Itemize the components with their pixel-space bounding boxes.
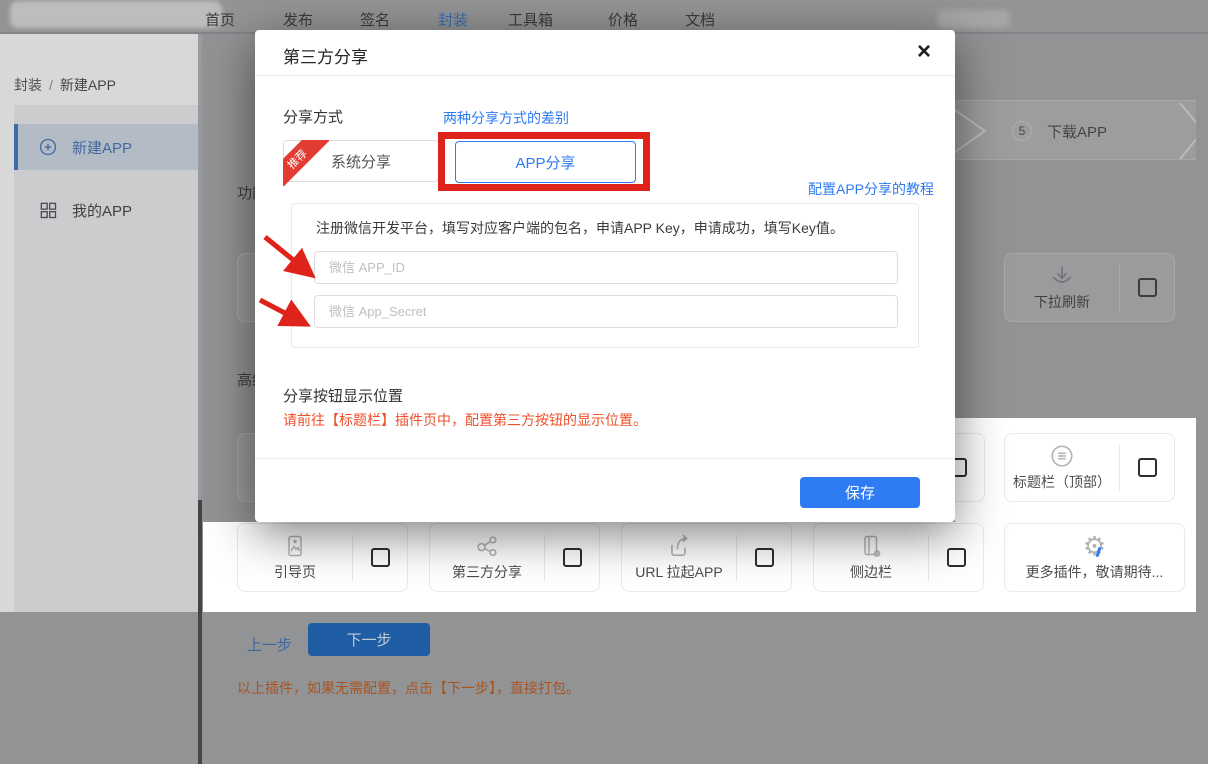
section-label-functional: 功能插件	[237, 182, 255, 203]
plugin-card-url-launch[interactable]: URL 拉起APP	[621, 523, 792, 592]
sidebar-item-label: 我的APP	[72, 200, 132, 221]
plugin-card-pull-refresh[interactable]: 下拉刷新	[1004, 253, 1175, 322]
third-party-share-modal: 第三方分享 × 分享方式 两种分享方式的差别 推荐 系统分享 APP分享 配置A…	[255, 30, 955, 522]
plugin-card-titlebar[interactable]: 标题栏（顶部）	[1004, 433, 1175, 502]
sidebar-plugin-icon	[859, 533, 883, 559]
next-step-button[interactable]: 下一步	[308, 623, 430, 656]
url-launch-icon	[666, 533, 692, 559]
sidebar-item-label: 新建APP	[72, 137, 132, 158]
modal-footer-divider	[255, 458, 955, 459]
left-column: 封装/新建APP 新建APP 我的APP	[0, 34, 199, 612]
plugin-card-guide-page[interactable]: 引导页	[237, 523, 408, 592]
circle-plus-icon	[38, 137, 58, 157]
breadcrumb: 封装/新建APP	[14, 75, 116, 95]
dim-overlay-right: 5 下载APP 下拉刷新	[955, 34, 1208, 418]
sidebar-item-my-apps[interactable]: 我的APP	[14, 187, 199, 233]
modal-header-divider	[255, 75, 955, 76]
sidebar-item-new-app[interactable]: 新建APP	[14, 124, 199, 170]
app-share-tutorial-link[interactable]: 配置APP分享的教程	[808, 179, 934, 199]
share-method-label: 分享方式	[283, 106, 343, 127]
panel-divider-line	[198, 34, 202, 500]
modal-title: 第三方分享	[283, 43, 368, 68]
plugin-card-label: 侧边栏	[850, 562, 892, 582]
plugin-checkbox[interactable]	[955, 458, 967, 477]
titlebar-icon	[1049, 443, 1075, 469]
plugin-card-label: 标题栏（顶部）	[1013, 472, 1111, 492]
spotlight-card-band: 引导页 第三方分享 URL 拉起APP	[203, 522, 1196, 612]
breadcrumb-separator: /	[42, 77, 60, 93]
plugin-card-label: 第三方分享	[452, 562, 522, 582]
dim-overlay-left-strip: 功能插件 高级插件	[199, 34, 255, 522]
plugin-card-third-party-share[interactable]: 第三方分享	[429, 523, 600, 592]
pull-refresh-icon	[1049, 263, 1075, 289]
gear-icon: ⚙	[1083, 533, 1106, 559]
dim-overlay-right-edge	[1196, 34, 1208, 764]
plugin-card-more-coming: ⚙ 更多插件，敬请期待...	[1004, 523, 1185, 592]
nav-item-sign[interactable]: 签名	[360, 9, 390, 30]
previous-step-button[interactable]: 上一步	[247, 634, 292, 655]
grid-icon	[38, 200, 58, 220]
top-nav: 首页 发布 签名 封装 工具箱 价格 文档	[0, 0, 1208, 34]
share-method-diff-link[interactable]: 两种分享方式的差别	[443, 108, 569, 128]
plugin-checkbox[interactable]	[1138, 458, 1157, 477]
nav-item-price[interactable]: 价格	[608, 9, 638, 30]
breadcrumb-new-app: 新建APP	[60, 77, 116, 93]
footer-note: 以上插件，如果无需配置，点击【下一步】，直接打包。	[237, 678, 580, 698]
section-label-advanced: 高级插件	[237, 369, 255, 390]
plugin-card-partial	[237, 253, 255, 322]
plugin-checkbox[interactable]	[1138, 278, 1157, 297]
breadcrumb-package[interactable]: 封装	[14, 77, 42, 93]
step-label: 下载APP	[1047, 121, 1107, 142]
nav-item-toolbox[interactable]: 工具箱	[508, 9, 553, 30]
plugin-checkbox[interactable]	[947, 548, 966, 567]
sidebar: 新建APP 我的APP	[14, 105, 199, 612]
dim-overlay-bottom: 上一步 下一步 以上插件，如果无需配置，点击【下一步】，直接打包。	[0, 612, 1208, 764]
nav-item-docs[interactable]: 文档	[685, 9, 715, 30]
plugin-checkbox[interactable]	[371, 548, 390, 567]
share-icon	[474, 533, 500, 559]
share-button-position-label: 分享按钮显示位置	[283, 385, 403, 406]
panel-divider-line	[198, 500, 202, 764]
nav-item-publish[interactable]: 发布	[283, 9, 313, 30]
wechat-appsecret-input[interactable]	[314, 295, 898, 328]
tab-system-share[interactable]: 推荐 系统分享	[283, 140, 439, 182]
plugin-checkbox[interactable]	[563, 548, 582, 567]
plugin-card-label: 下拉刷新	[1034, 292, 1090, 312]
plugin-card-label: 更多插件，敬请期待...	[1026, 562, 1164, 582]
tab-label: APP分享	[515, 152, 575, 173]
plugin-card-label: 引导页	[274, 562, 316, 582]
nav-item-package[interactable]: 封装	[438, 9, 468, 30]
nav-item-home[interactable]: 首页	[205, 9, 235, 30]
guide-page-icon	[283, 533, 307, 559]
wechat-instruction-text: 注册微信开发平台，填写对应客户端的包名，申请APP Key，申请成功，填写Key…	[316, 218, 844, 238]
user-info-blurred	[938, 10, 1010, 28]
tab-label: 系统分享	[331, 151, 391, 172]
save-button[interactable]: 保存	[800, 477, 920, 508]
step-number-badge: 5	[1012, 121, 1032, 141]
wechat-appid-input[interactable]	[314, 251, 898, 284]
share-button-position-note: 请前往【标题栏】插件页中，配置第三方按钮的显示位置。	[283, 410, 647, 430]
plugin-card-partial[interactable]	[955, 433, 985, 502]
plugin-card-label: URL 拉起APP	[635, 562, 722, 582]
tab-app-share[interactable]: APP分享	[455, 141, 636, 183]
plugin-checkbox[interactable]	[755, 548, 774, 567]
app-packaging-page: 首页 发布 签名 封装 工具箱 价格 文档 封装/新建APP 新建APP 我的A	[0, 0, 1208, 764]
plugin-card-sidebar[interactable]: 侧边栏	[813, 523, 984, 592]
close-icon[interactable]: ×	[917, 40, 931, 64]
wechat-config-panel: 注册微信开发平台，填写对应客户端的包名，申请APP Key，申请成功，填写Key…	[291, 203, 919, 348]
recommended-ribbon: 推荐	[283, 140, 329, 186]
site-logo-blurred	[10, 1, 222, 28]
step-progress-bar: 5 下载APP	[955, 100, 1208, 160]
plugin-card-partial	[237, 433, 255, 502]
